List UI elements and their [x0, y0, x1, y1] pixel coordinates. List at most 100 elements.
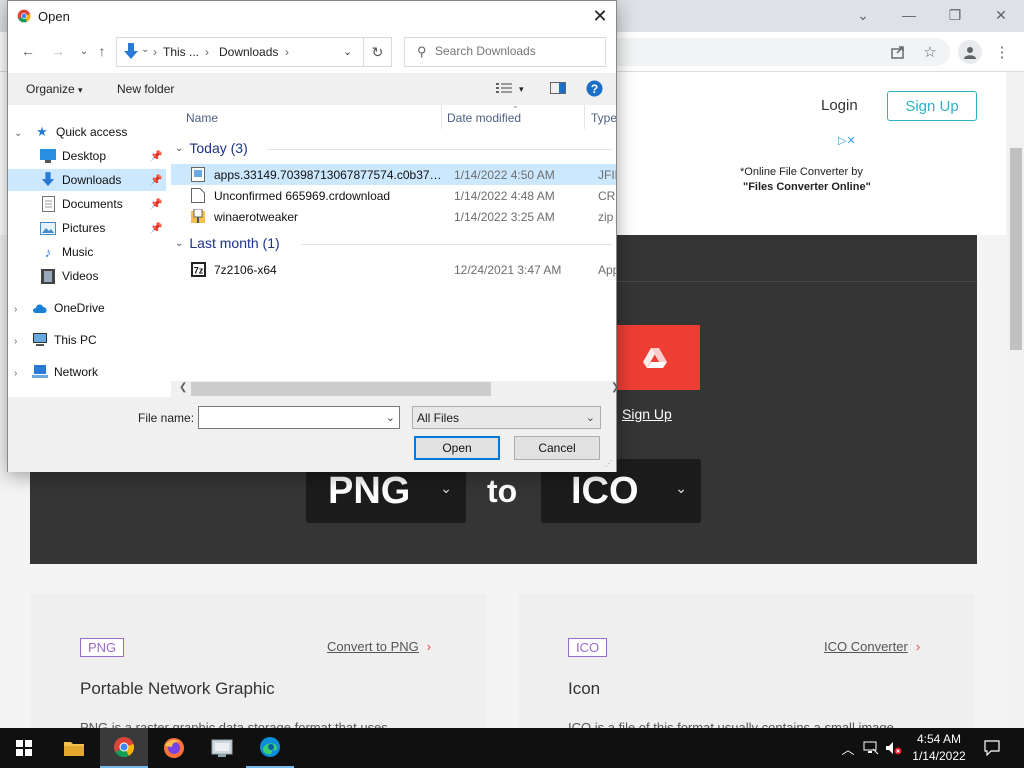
format-card-png: PNG Convert to PNG › Portable Network Gra… — [30, 594, 487, 728]
file-name: 7z2106-x64 — [214, 263, 277, 277]
breadcrumb-this-pc[interactable]: This ... — [163, 45, 199, 59]
group-header-last-month[interactable]: ⌄ Last month (1) — [175, 235, 280, 251]
group-label: Last month (1) — [189, 235, 280, 251]
scroll-left-arrow-icon[interactable]: ❮ — [179, 382, 187, 393]
view-options-caret-icon[interactable]: ▾ — [519, 84, 524, 95]
chevron-down-icon[interactable]: ⌄ — [141, 44, 149, 55]
card-description: ICO is a file of this format usually con… — [568, 720, 905, 728]
cancel-button[interactable]: Cancel — [514, 436, 600, 460]
nav-network[interactable]: Network — [8, 361, 166, 383]
dialog-titlebar[interactable]: Open ✕ — [8, 1, 616, 32]
file-name-input[interactable] — [202, 410, 378, 424]
column-header-type[interactable]: Type — [591, 111, 616, 125]
breadcrumb-downloads[interactable]: Downloads — [219, 45, 278, 59]
network-icon — [32, 364, 48, 380]
nav-pictures[interactable]: Pictures 📌 — [8, 217, 166, 239]
from-format-label: PNG — [328, 469, 411, 512]
file-list-horizontal-scrollbar[interactable]: ❮ ❯ — [171, 381, 619, 397]
profile-avatar-icon[interactable] — [958, 40, 982, 64]
nav-desktop[interactable]: Desktop 📌 — [8, 145, 166, 167]
nav-documents[interactable]: Documents 📌 — [8, 193, 166, 215]
new-folder-button[interactable]: New folder — [117, 82, 174, 96]
login-link[interactable]: Login — [821, 97, 858, 114]
document-icon — [40, 196, 56, 212]
file-name-combobox[interactable]: ⌄ — [198, 406, 400, 429]
notification-center-icon[interactable] — [980, 728, 1004, 768]
svg-text:7z: 7z — [194, 266, 204, 276]
hero-signup-link[interactable]: Sign Up — [622, 406, 672, 422]
collapse-chevron-icon: ⌄ — [175, 142, 184, 154]
nav-this-pc[interactable]: This PC — [8, 329, 166, 351]
nav-label: Videos — [62, 269, 99, 283]
forward-arrow-icon[interactable]: → — [48, 41, 68, 61]
browser-menu-icon[interactable]: ⋮ — [992, 42, 1012, 62]
horizontal-scrollbar-thumb[interactable] — [191, 382, 491, 396]
nav-downloads[interactable]: Downloads 📌 — [8, 169, 166, 191]
show-hidden-icons-chevron-icon[interactable]: ︿ — [838, 728, 858, 768]
file-row[interactable]: 7z 7z2106-x64 12/24/2021 3:47 AM Appli — [171, 259, 616, 280]
upload-from-drive-button[interactable] — [610, 325, 700, 390]
recent-locations-chevron-icon[interactable]: ⌄ — [74, 41, 94, 61]
dialog-close-button[interactable]: ✕ — [586, 5, 614, 27]
restore-button[interactable]: ❐ — [932, 0, 978, 30]
address-dropdown-chevron-icon[interactable]: ⌄ — [343, 45, 352, 58]
dialog-address-bar[interactable]: ⌄ › This ... › Downloads › ⌄ — [116, 37, 364, 67]
page-scrollbar-thumb[interactable] — [1010, 148, 1022, 350]
search-input[interactable] — [435, 44, 600, 58]
pin-icon[interactable]: 📌 — [150, 151, 162, 162]
file-type-value: All Files — [417, 411, 460, 425]
file-row[interactable]: winaerotweaker 1/14/2022 3:25 AM zip A — [171, 206, 616, 227]
pin-icon[interactable]: 📌 — [150, 223, 162, 234]
nav-quick-access[interactable]: ★ Quick access — [8, 121, 166, 143]
organize-menu[interactable]: Organize ▾ — [26, 82, 83, 96]
chrome-icon[interactable] — [100, 728, 148, 768]
help-icon[interactable]: ? — [586, 80, 603, 100]
pin-icon[interactable]: 📌 — [150, 175, 162, 186]
start-button[interactable] — [0, 728, 48, 768]
signup-button[interactable]: Sign Up — [887, 91, 977, 121]
nav-music[interactable]: ♪ Music — [8, 241, 166, 263]
refresh-icon[interactable]: ↻ — [364, 37, 392, 67]
group-header-today[interactable]: ⌄ Today (3) — [175, 140, 248, 156]
tab-search-button[interactable]: ⌄ — [840, 0, 886, 30]
minimize-button[interactable]: — — [886, 0, 932, 30]
up-arrow-icon[interactable]: ↑ — [92, 41, 112, 61]
column-header-date[interactable]: Date modified — [447, 111, 521, 125]
network-status-icon[interactable] — [860, 728, 882, 768]
bookmark-star-icon[interactable]: ☆ — [920, 42, 940, 62]
taskbar-clock[interactable]: 4:54 AM 1/14/2022 — [902, 731, 976, 765]
file-row[interactable]: Unconfirmed 665969.crdownload 1/14/2022 … — [171, 185, 616, 206]
file-name-label: File name: — [138, 411, 195, 425]
dialog-search-box[interactable]: ⚲ — [404, 37, 606, 67]
file-explorer-icon[interactable] — [50, 728, 98, 768]
page-scrollbar[interactable] — [1008, 72, 1024, 728]
windows-logo-icon — [16, 740, 32, 756]
change-view-icon[interactable] — [496, 82, 512, 97]
system-settings-icon[interactable] — [198, 728, 246, 768]
column-separator[interactable] — [441, 105, 442, 129]
scroll-right-arrow-icon[interactable]: ❯ — [611, 382, 619, 393]
convert-to-png-link[interactable]: Convert to PNG › — [327, 639, 431, 654]
back-arrow-icon[interactable]: ← — [18, 41, 38, 61]
file-type-select[interactable]: All Files ⌄ — [412, 406, 601, 429]
nav-onedrive[interactable]: OneDrive — [8, 297, 166, 319]
chevron-right-icon: › — [426, 639, 432, 654]
file-name: apps.33149.70398713067877574.c0b3709a... — [214, 168, 442, 182]
close-window-button[interactable]: ✕ — [978, 0, 1024, 30]
chevron-down-icon[interactable]: ⌄ — [386, 411, 395, 424]
ad-choices-icon[interactable]: ▷✕ — [838, 134, 856, 147]
share-icon[interactable] — [888, 42, 908, 62]
preview-pane-icon[interactable] — [550, 82, 566, 97]
firefox-icon[interactable] — [150, 728, 198, 768]
volume-muted-icon[interactable] — [882, 728, 904, 768]
resize-grip-icon[interactable]: ⋰ — [605, 459, 613, 468]
column-separator[interactable] — [584, 105, 585, 129]
column-header-name[interactable]: Name — [186, 111, 218, 125]
music-icon: ♪ — [44, 244, 52, 260]
pin-icon[interactable]: 📌 — [150, 199, 162, 210]
ico-converter-link[interactable]: ICO Converter › — [824, 639, 920, 654]
nav-videos[interactable]: Videos — [8, 265, 166, 287]
file-row[interactable]: apps.33149.70398713067877574.c0b3709a...… — [171, 164, 616, 185]
open-button[interactable]: Open — [414, 436, 500, 460]
edge-icon[interactable] — [246, 728, 294, 768]
